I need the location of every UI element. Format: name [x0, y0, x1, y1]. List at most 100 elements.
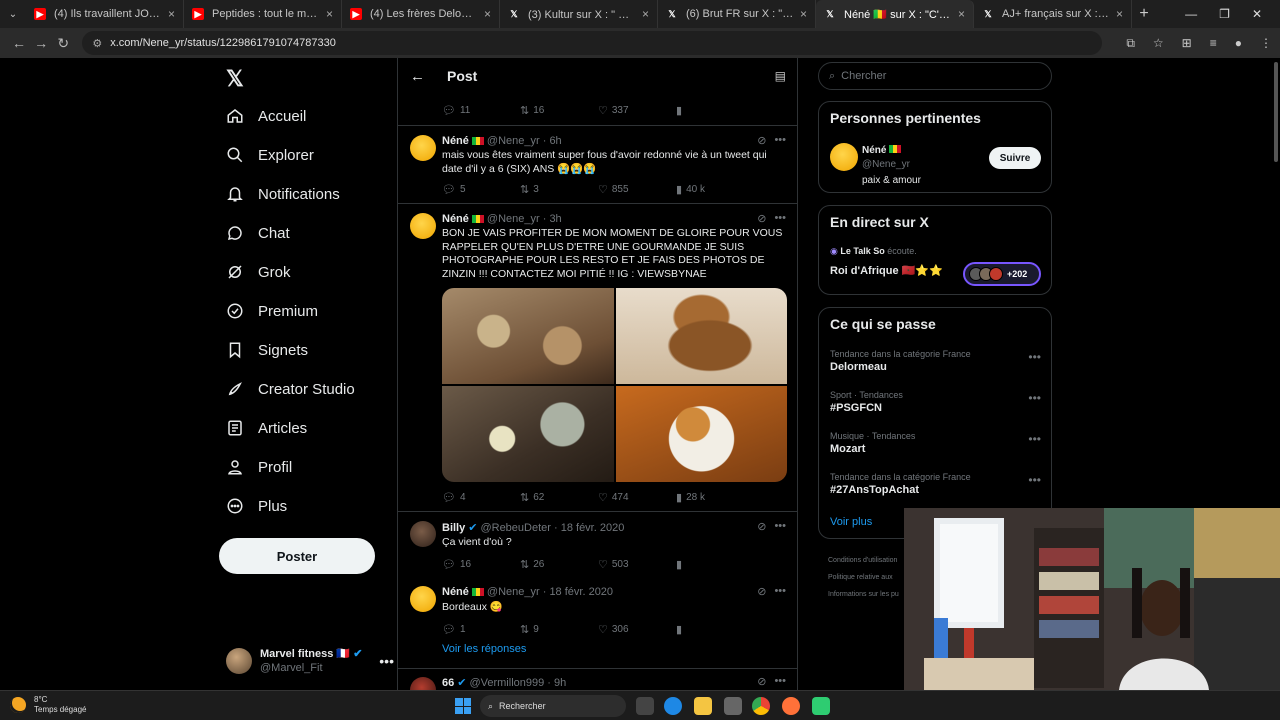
nav-item-notifications[interactable]: Notifications — [226, 180, 340, 208]
tweet-card[interactable]: 66 ✔ @Vermillon999 · 9h ⊘ ••• — [398, 669, 797, 690]
more-options-icon[interactable]: ••• — [774, 134, 786, 147]
more-options-icon[interactable]: ••• — [774, 675, 786, 688]
page-scrollbar[interactable] — [1274, 62, 1278, 162]
start-button[interactable] — [455, 698, 471, 714]
browser-tab[interactable]: ▶ (4) Les frères Delon s'insultent × — [342, 0, 500, 28]
show-more-link[interactable]: Voir plus — [830, 516, 872, 528]
browser-tab-active[interactable]: 𝕏 Néné 🇲🇱 sur X : "C'est une drog × — [816, 0, 974, 28]
tweet-time[interactable]: · 18 févr. 2020 — [554, 522, 624, 534]
avatar[interactable] — [410, 677, 436, 690]
reply-button[interactable]: 💬︎ 16 — [442, 558, 520, 571]
like-button[interactable]: ♡ 503 — [598, 558, 676, 571]
close-tab-icon[interactable]: × — [1116, 7, 1123, 21]
x-logo-icon[interactable]: 𝕏 — [226, 66, 244, 92]
edge-icon[interactable] — [664, 697, 682, 715]
grok-icon[interactable]: ⊘ — [757, 212, 766, 225]
close-tab-icon[interactable]: × — [958, 7, 965, 21]
reply-button[interactable]: 💬︎ 5 — [442, 183, 520, 196]
nav-item-premium[interactable]: Premium — [226, 297, 318, 325]
reply-button[interactable]: 💬︎ 1 — [442, 623, 520, 636]
live-listeners-pill[interactable]: +202 — [963, 262, 1041, 286]
grok-icon[interactable]: ⊘ — [757, 134, 766, 147]
browser-tab[interactable]: 𝕏 (6) Brut FR sur X : ""Personne n × — [658, 0, 816, 28]
trend-item[interactable]: Musique · Tendances Mozart — [830, 430, 915, 456]
browser-tab[interactable]: 𝕏 (3) Kultur sur X : " 🟣 BOOBA FI × — [500, 0, 658, 28]
avatar[interactable] — [410, 135, 436, 161]
url-field[interactable]: ⚙ x.com/Nene_yr/status/12298617910747873… — [82, 31, 1103, 55]
trend-item[interactable]: Sport · Tendances #PSGFCN — [830, 389, 903, 415]
menu-icon[interactable]: ⋮ — [1260, 36, 1272, 51]
browser-tab[interactable]: ▶ Peptides : tout le monde en pre × — [184, 0, 342, 28]
browser-tab[interactable]: ▶ (4) Ils travaillent JOUR ET NUIT × — [26, 0, 184, 28]
extensions-icon[interactable]: ⊞ — [1182, 36, 1192, 51]
author-name[interactable]: Néné — [442, 213, 469, 225]
browser-tab[interactable]: 𝕏 AJ+ français sur X : "Une pub D × — [974, 0, 1132, 28]
reply-button[interactable]: 💬︎ 4 — [442, 491, 520, 504]
grok-icon[interactable]: ⊘ — [757, 585, 766, 598]
more-options-icon[interactable]: ••• — [774, 212, 786, 225]
author-handle[interactable]: @Vermillon999 — [469, 677, 544, 689]
tweet-time[interactable]: · 3h — [543, 213, 562, 225]
retweet-button[interactable]: ⇅ 9 — [520, 623, 598, 636]
close-tab-icon[interactable]: × — [484, 7, 491, 21]
tweet-media-grid[interactable] — [442, 288, 787, 482]
nav-item-explorer[interactable]: Explorer — [226, 141, 314, 169]
food-photo-drinks[interactable] — [442, 386, 614, 482]
forward-icon[interactable]: → — [30, 35, 52, 51]
like-button[interactable]: ♡ 855 — [598, 183, 676, 196]
profile-icon[interactable]: ● — [1235, 36, 1242, 51]
author-handle[interactable]: @RebeuDeter — [480, 522, 550, 534]
food-photo-table[interactable] — [442, 288, 614, 384]
search-input[interactable]: ⌕ Chercher — [818, 62, 1052, 90]
grok-icon[interactable]: ⊘ — [757, 520, 766, 533]
nav-item-creator-studio[interactable]: Creator Studio — [226, 375, 355, 403]
nav-item-grok[interactable]: Grok — [226, 258, 291, 286]
star-icon[interactable]: ☆ — [1153, 36, 1164, 51]
author-name[interactable]: Néné — [442, 135, 469, 147]
reader-mode-icon[interactable]: ▤ — [775, 69, 786, 83]
grok-icon[interactable]: ⊘ — [757, 675, 766, 688]
tab-search-icon[interactable]: ⌄ — [0, 0, 26, 28]
post-button[interactable]: Poster — [219, 538, 375, 574]
person-name[interactable]: Néné — [862, 145, 886, 156]
person-handle[interactable]: @Nene_yr — [862, 158, 921, 172]
footer-link[interactable]: Politique relative aux — [828, 569, 899, 586]
trend-item[interactable]: Tendance dans la catégorie France Delorme… — [830, 348, 971, 374]
file-explorer-icon[interactable] — [694, 697, 712, 715]
install-icon[interactable]: ⧉ — [1126, 36, 1135, 51]
retweet-button[interactable]: ⇅ 3 — [520, 183, 598, 196]
close-window-icon[interactable]: ✕ — [1252, 7, 1262, 21]
close-tab-icon[interactable]: × — [800, 7, 807, 21]
nav-item-chat[interactable]: Chat — [226, 219, 290, 247]
more-options-icon[interactable]: ••• — [379, 653, 394, 669]
account-switcher[interactable]: Marvel fitness 🇫🇷 ✔ @Marvel_Fit ••• — [226, 644, 394, 678]
views-button[interactable]: ▮ 28 k — [676, 491, 754, 504]
site-info-icon[interactable]: ⚙ — [92, 37, 102, 50]
app-icon[interactable] — [812, 697, 830, 715]
food-photo-cookies[interactable] — [615, 288, 787, 384]
food-photo-plate[interactable] — [615, 386, 787, 482]
more-options-icon[interactable]: ••• — [774, 520, 786, 533]
retweet-button[interactable]: ⇅ 26 — [520, 558, 598, 571]
maximize-icon[interactable]: ❐ — [1219, 7, 1230, 21]
nav-item-accueil[interactable]: Accueil — [226, 102, 306, 130]
avatar[interactable] — [410, 586, 436, 612]
trend-item[interactable]: Tendance dans la catégorie France #27AnsT… — [830, 471, 971, 497]
new-tab-button[interactable]: + — [1132, 5, 1156, 23]
live-card[interactable]: En direct sur X ◉ Le Talk So écoute. Roi… — [818, 205, 1052, 295]
chrome-icon[interactable] — [752, 697, 770, 715]
author-handle[interactable]: @Nene_yr — [487, 135, 540, 147]
author-name[interactable]: Billy — [442, 522, 465, 534]
tweet-card[interactable]: Néné @Nene_yr · 18 févr. 2020 ⊘ ••• Borde… — [398, 577, 797, 669]
like-button[interactable]: ♡ 337 — [598, 104, 676, 117]
more-options-icon[interactable]: ••• — [1028, 391, 1041, 405]
author-handle[interactable]: @Nene_yr — [487, 586, 540, 598]
media-icon[interactable]: ≡ — [1210, 36, 1217, 51]
tweet-card[interactable]: Néné @Nene_yr · 6h ⊘ ••• mais vous êtes v… — [398, 126, 797, 204]
more-options-icon[interactable]: ••• — [774, 585, 786, 598]
see-replies-link[interactable]: Voir les réponses — [442, 643, 526, 655]
nav-item-profil[interactable]: Profil — [226, 453, 292, 481]
store-icon[interactable] — [724, 697, 742, 715]
views-button[interactable]: ▮ — [676, 558, 754, 571]
footer-link[interactable]: Informations sur les pu — [828, 586, 899, 603]
